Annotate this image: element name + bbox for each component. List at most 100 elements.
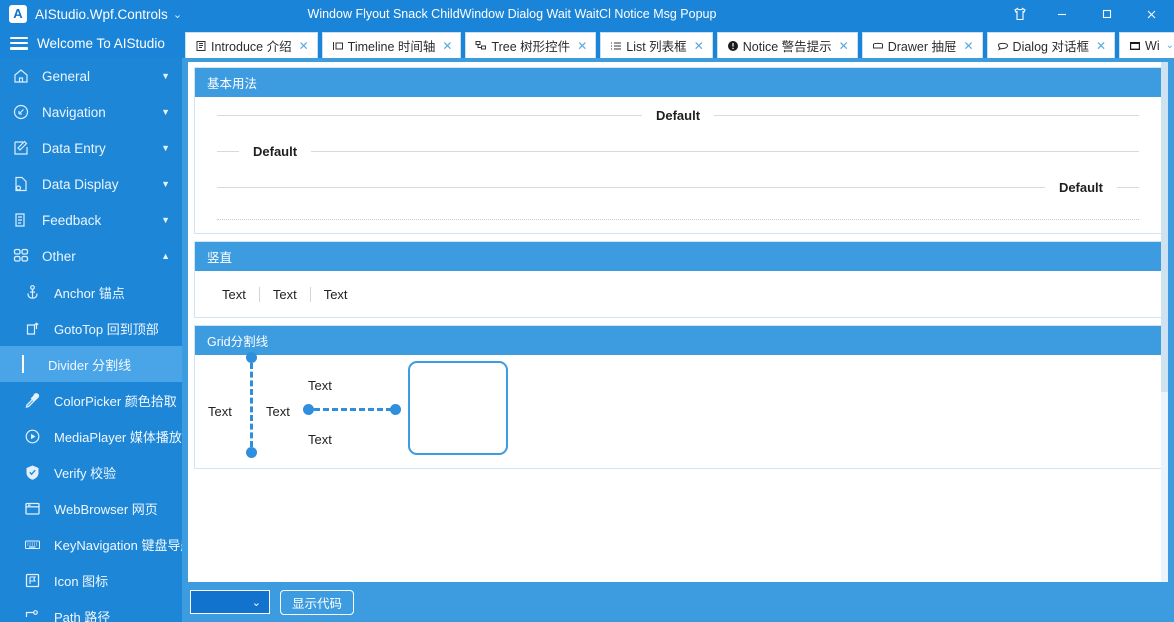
tab-notice[interactable]: Notice 警告提示 ✕ xyxy=(717,32,858,58)
vertical-text: Text xyxy=(260,287,310,302)
app-logo-icon: A xyxy=(9,5,27,23)
goto-top-icon xyxy=(22,318,42,338)
content-scroll-area: 基本用法 Default Default xyxy=(188,62,1168,582)
divider-rule xyxy=(1117,187,1139,188)
sidebar-item-webbrowser[interactable]: WebBrowser 网页 xyxy=(0,490,182,526)
eyedropper-icon xyxy=(22,390,42,410)
close-icon[interactable]: ✕ xyxy=(694,40,704,52)
sidebar-group-label: Feedback xyxy=(42,213,161,228)
tab-window[interactable]: Wi ⌄ xyxy=(1119,32,1174,58)
drawer-icon xyxy=(872,40,884,52)
grid-vline-dot-bottom xyxy=(246,447,257,458)
grid-vertical-dashed-line xyxy=(250,363,253,447)
tree-icon xyxy=(475,40,487,52)
grid-hline-dot-left xyxy=(303,404,314,415)
sidebar-item-gototop[interactable]: GotoTop 回到顶部 xyxy=(0,310,182,346)
grid-rounded-box xyxy=(408,361,508,455)
grid-horizontal-dashed-line xyxy=(314,408,392,411)
main-area: Introduce 介绍 ✕ Timeline 时间轴 ✕ Tree 树形控件 … xyxy=(182,28,1174,622)
sidebar-group-data-entry[interactable]: Data Entry ▼ xyxy=(0,130,182,166)
divider-rule xyxy=(217,187,1045,188)
sidebar-item-verify[interactable]: Verify 校验 xyxy=(0,454,182,490)
sidebar-group-other[interactable]: Other ▲ xyxy=(0,238,182,274)
shield-check-icon xyxy=(22,462,42,482)
close-icon[interactable]: ✕ xyxy=(299,40,309,52)
window-controls xyxy=(1001,0,1174,28)
sidebar-group-label: Data Display xyxy=(42,177,161,192)
bottom-toolbar: ⌄ 显示代码 xyxy=(182,582,1174,622)
sidebar-item-label: WebBrowser 网页 xyxy=(54,499,182,518)
example-select[interactable]: ⌄ xyxy=(190,590,270,614)
sidebar-item-label: MediaPlayer 媒体播放 xyxy=(54,427,182,446)
close-icon[interactable]: ✕ xyxy=(442,40,452,52)
chevron-down-icon: ▼ xyxy=(161,72,170,81)
tab-drawer[interactable]: Drawer 抽屉 ✕ xyxy=(862,32,983,58)
sidebar-group-data-display[interactable]: Data Display ▼ xyxy=(0,166,182,202)
hamburger-icon[interactable] xyxy=(10,37,28,50)
tab-tree[interactable]: Tree 树形控件 ✕ xyxy=(465,32,596,58)
sidebar-group-navigation[interactable]: Navigation ▼ xyxy=(0,94,182,130)
tab-introduce[interactable]: Introduce 介绍 ✕ xyxy=(185,32,318,58)
doc-search-icon xyxy=(11,174,31,194)
list-icon xyxy=(610,40,622,52)
sidebar-item-colorpicker[interactable]: ColorPicker 颜色拾取 xyxy=(0,382,182,418)
sidebar-item-path[interactable]: Path 路径 xyxy=(0,598,182,622)
chevron-up-icon: ▲ xyxy=(161,252,170,261)
sidebar-item-mediaplayer[interactable]: MediaPlayer 媒体播放 xyxy=(0,418,182,454)
sidebar: Welcome To AIStudio General ▼ xyxy=(0,28,182,622)
close-button[interactable] xyxy=(1129,0,1174,28)
sidebar-item-keynavigation[interactable]: KeyNavigation 键盘导航 xyxy=(0,526,182,562)
tab-label: Wi xyxy=(1145,39,1160,53)
grid-divider-area: Text Text Text Text xyxy=(195,355,1161,468)
sidebar-item-label: Anchor 锚点 xyxy=(54,283,182,302)
window-title: Window Flyout Snack ChildWindow Dialog W… xyxy=(308,7,717,21)
home-icon xyxy=(11,66,31,86)
tab-dialog[interactable]: Dialog 对话框 ✕ xyxy=(987,32,1115,58)
sidebar-item-label: Verify 校验 xyxy=(54,463,182,482)
tab-timeline[interactable]: Timeline 时间轴 ✕ xyxy=(322,32,462,58)
sidebar-item-label: Path 路径 xyxy=(54,607,182,622)
sidebar-group-feedback[interactable]: Feedback ▼ xyxy=(0,202,182,238)
chevron-down-icon[interactable]: ⌄ xyxy=(1166,40,1174,51)
chevron-down-icon: ▼ xyxy=(161,216,170,225)
grid-left-text: Text xyxy=(208,404,232,419)
minimize-button[interactable] xyxy=(1039,0,1084,28)
card-body: Text Text Text xyxy=(195,271,1161,317)
tab-label: Introduce 介绍 xyxy=(211,36,292,55)
timeline-icon xyxy=(332,40,344,52)
vertical-text: Text xyxy=(209,287,259,302)
content-panel: 基本用法 Default Default xyxy=(188,62,1168,582)
selection-indicator xyxy=(22,355,24,373)
sidebar-group-label: General xyxy=(42,69,161,84)
close-icon[interactable]: ✕ xyxy=(1096,40,1106,52)
sidebar-item-icon[interactable]: Icon 图标 xyxy=(0,562,182,598)
window-icon xyxy=(1129,40,1141,52)
tab-bar: Introduce 介绍 ✕ Timeline 时间轴 ✕ Tree 树形控件 … xyxy=(182,28,1174,58)
sidebar-item-anchor[interactable]: Anchor 锚点 xyxy=(0,274,182,310)
maximize-button[interactable] xyxy=(1084,0,1129,28)
chevron-down-icon[interactable]: ⌄ xyxy=(173,8,182,21)
card-title: 竖直 xyxy=(195,242,1161,271)
compass-icon xyxy=(11,102,31,122)
divider-center: Default xyxy=(195,97,1161,133)
grid-vline-dot-top xyxy=(246,352,257,363)
close-icon[interactable]: ✕ xyxy=(839,40,849,52)
grid-bottom-text: Text xyxy=(308,432,332,447)
content-scrollbar[interactable] xyxy=(1161,62,1168,582)
divider-rule xyxy=(714,115,1139,116)
sidebar-item-divider[interactable]: Divider 分割线 xyxy=(0,346,182,382)
keyboard-icon xyxy=(22,534,42,554)
grid-four-icon xyxy=(11,246,31,266)
divider-rule xyxy=(217,151,239,152)
divider-label: Default xyxy=(1045,180,1117,195)
close-icon[interactable]: ✕ xyxy=(577,40,587,52)
close-icon[interactable]: ✕ xyxy=(963,40,973,52)
sidebar-group-general[interactable]: General ▼ xyxy=(0,58,182,94)
card-basic-usage: 基本用法 Default Default xyxy=(194,67,1162,234)
tab-label: List 列表框 xyxy=(626,36,686,55)
tab-list[interactable]: List 列表框 ✕ xyxy=(600,32,713,58)
scrollbar-thumb[interactable] xyxy=(1161,62,1168,392)
vertical-text: Text xyxy=(311,287,361,302)
show-code-button[interactable]: 显示代码 xyxy=(280,590,354,615)
theme-shirt-icon[interactable] xyxy=(1001,0,1039,28)
